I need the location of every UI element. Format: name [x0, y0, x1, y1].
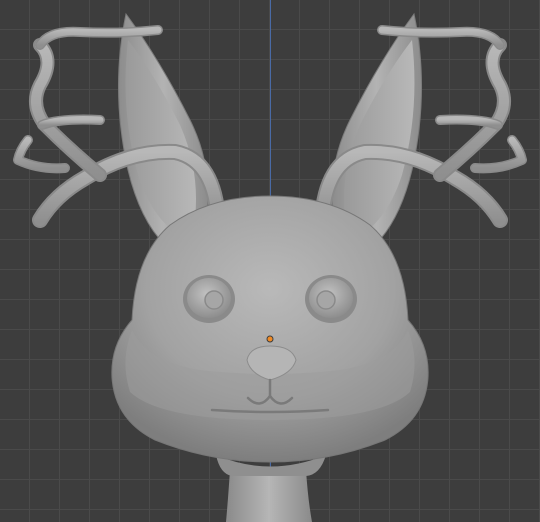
head — [111, 195, 429, 463]
left-eye — [183, 275, 235, 323]
neck — [216, 455, 326, 522]
right-eye — [305, 275, 357, 323]
sculpt-model[interactable] — [0, 0, 540, 522]
3d-viewport[interactable] — [0, 0, 540, 522]
object-origin-dot — [266, 335, 274, 343]
